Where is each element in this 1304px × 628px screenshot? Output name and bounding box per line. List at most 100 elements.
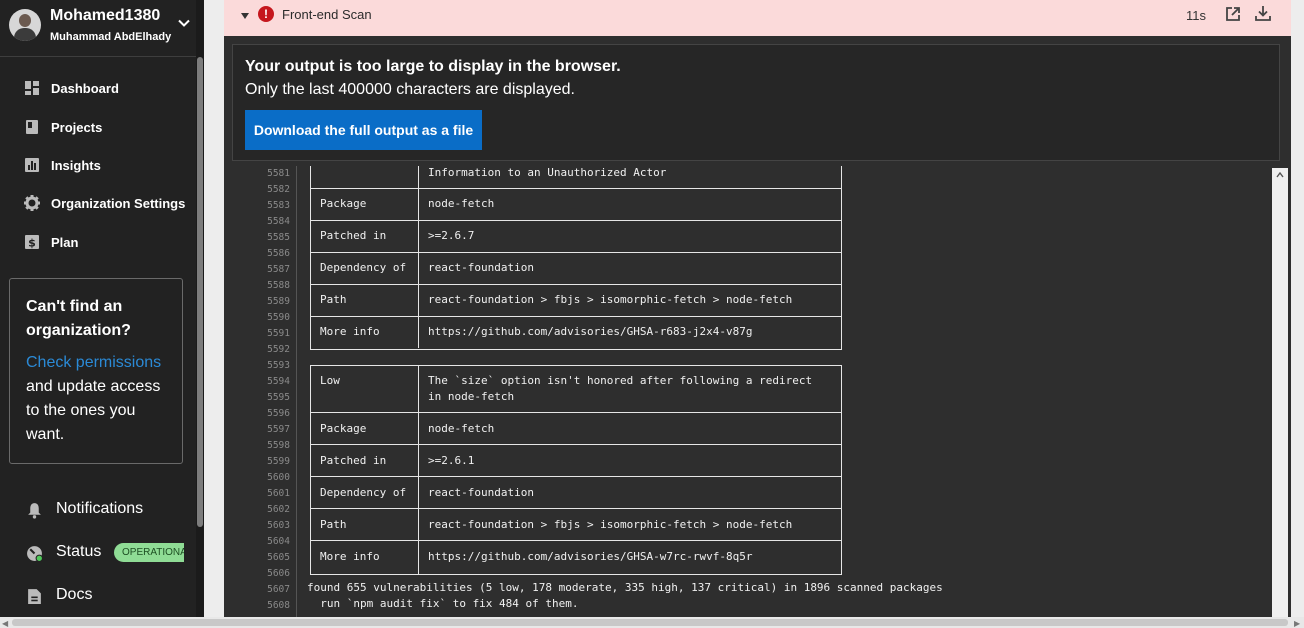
- line-number: 5589: [267, 296, 290, 307]
- avatar: [9, 9, 41, 41]
- cell-label: Patched in: [320, 229, 387, 242]
- cell-label: Path: [320, 518, 347, 531]
- dashboard-icon: [25, 81, 39, 95]
- horizontal-scrollbar[interactable]: ◀ ▶: [0, 617, 1304, 628]
- caret-down-icon[interactable]: [240, 12, 250, 20]
- output-too-large-notice: Your output is too large to display in t…: [232, 44, 1280, 161]
- org-card-body: and update access to the ones you want.: [26, 378, 161, 443]
- scroll-up-icon[interactable]: [1276, 172, 1284, 178]
- line-number: 5596: [267, 408, 290, 419]
- dollar-icon: $: [25, 235, 39, 250]
- sidebar-item-label: Insights: [51, 158, 101, 173]
- line-number: 5597: [267, 424, 290, 435]
- line-number: 5587: [267, 264, 290, 275]
- open-external-icon[interactable]: [1225, 6, 1241, 22]
- cell-value: >=2.6.7: [428, 229, 475, 242]
- user-menu[interactable]: Mohamed1380 Muhammad AbdElhady: [0, 0, 196, 57]
- line-number: 5598: [267, 440, 290, 451]
- org-card-text: Check permissions and update access to t…: [26, 351, 166, 447]
- status-badge: OPERATIONAL: [114, 543, 184, 562]
- scroll-right-icon[interactable]: ▶: [1294, 619, 1300, 628]
- cell-label: Dependency of: [320, 486, 407, 499]
- status-label: Status: [56, 543, 102, 560]
- cell-label: Package: [320, 197, 367, 210]
- horizontal-scrollbar-thumb[interactable]: [12, 619, 1288, 626]
- cell-value: https://github.com/advisories/GHSA-w7rc-…: [428, 550, 753, 563]
- sidebar-scrollbar[interactable]: [196, 0, 204, 628]
- advisory-title: The `size` option isn't honored after fo…: [428, 374, 813, 387]
- org-card-title: Can't find an organization?: [26, 298, 131, 339]
- sidebar-item-insights[interactable]: Insights: [0, 148, 196, 182]
- line-number: 5600: [267, 472, 290, 483]
- scan-duration: 11s: [1186, 8, 1206, 23]
- cell-value: react-foundation: [428, 261, 534, 274]
- line-number: 5592: [267, 344, 290, 355]
- line-number: 5591: [267, 328, 290, 339]
- sidebar-item-organization-settings[interactable]: Organization Settings: [0, 186, 196, 220]
- log-output: Your output is too large to display in t…: [224, 36, 1291, 628]
- line-number: 5604: [267, 536, 290, 547]
- notice-title: Your output is too large to display in t…: [245, 58, 621, 75]
- line-number: 5603: [267, 520, 290, 531]
- scroll-left-icon[interactable]: ◀: [2, 619, 8, 628]
- status-button[interactable]: Status OPERATIONAL: [0, 537, 196, 569]
- sidebar-item-projects[interactable]: Projects: [0, 110, 196, 144]
- sidebar-item-label: Plan: [51, 235, 79, 250]
- cell-label: More info: [320, 550, 380, 563]
- download-full-output-button[interactable]: Download the full output as a file: [245, 110, 482, 150]
- line-number: 5593: [267, 360, 290, 371]
- line-number: 5588: [267, 280, 290, 291]
- cell-label: Dependency of: [320, 261, 407, 274]
- advisory-box: Information to an Unauthorized Actor Pac…: [310, 166, 842, 350]
- line-number: 5595: [267, 392, 290, 403]
- line-number: 5602: [267, 504, 290, 515]
- sidebar-scrollbar-thumb[interactable]: [197, 57, 203, 527]
- sidebar-item-plan[interactable]: $ Plan: [0, 225, 196, 259]
- line-number: 5608: [267, 600, 290, 611]
- cell-label: Patched in: [320, 454, 387, 467]
- cell-value: >=2.6.1: [428, 454, 475, 467]
- line-number: 5585: [267, 232, 290, 243]
- cell-value: react-foundation > fbjs > isomorphic-fet…: [428, 293, 793, 306]
- scan-header[interactable]: ! Front-end Scan 11s: [224, 0, 1291, 36]
- sidebar-item-dashboard[interactable]: Dashboard: [0, 71, 196, 105]
- advisory-title-cont: Information to an Unauthorized Actor: [428, 166, 667, 179]
- projects-icon: [26, 120, 38, 134]
- app-root: Mohamed1380 Muhammad AbdElhady Dashboard…: [0, 0, 1304, 628]
- fullname: Muhammad AbdElhady: [50, 31, 172, 43]
- gutter-divider: [296, 166, 297, 628]
- line-number: 5584: [267, 216, 290, 227]
- document-icon: [28, 589, 41, 604]
- line-number: 5583: [267, 200, 290, 211]
- sidebar: Mohamed1380 Muhammad AbdElhady Dashboard…: [0, 0, 204, 628]
- gear-icon: [24, 195, 40, 211]
- notifications-label: Notifications: [56, 500, 144, 517]
- cell-label: Path: [320, 293, 347, 306]
- check-permissions-link[interactable]: Check permissions: [26, 354, 161, 371]
- download-icon[interactable]: [1254, 4, 1272, 22]
- insights-icon: [25, 158, 39, 172]
- main-content: ! Front-end Scan 11s Your output is too …: [204, 0, 1304, 628]
- notifications-button[interactable]: Notifications: [0, 494, 196, 526]
- line-number: 5594: [267, 376, 290, 387]
- notice-subtitle: Only the last 400000 characters are disp…: [245, 81, 575, 98]
- line-number: 5605: [267, 552, 290, 563]
- line-number: 5599: [267, 456, 290, 467]
- fix-hint-text: run `npm audit fix` to fix 484 of them.: [307, 597, 579, 610]
- username: Mohamed1380: [50, 7, 161, 24]
- line-number: 5601: [267, 488, 290, 499]
- log-scrollbar[interactable]: [1272, 168, 1288, 628]
- cell-value: node-fetch: [428, 422, 495, 435]
- docs-button[interactable]: Docs: [0, 580, 196, 612]
- line-number: 5590: [267, 312, 290, 323]
- summary-text: found 655 vulnerabilities (5 low, 178 mo…: [307, 581, 943, 594]
- line-number: 5581: [267, 168, 290, 179]
- severity-label: Low: [320, 374, 340, 387]
- line-number: 5582: [267, 184, 290, 195]
- line-number: 5607: [267, 584, 290, 595]
- chevron-down-icon[interactable]: [177, 16, 191, 30]
- cell-label: More info: [320, 325, 380, 338]
- cell-value: https://github.com/advisories/GHSA-r683-…: [428, 325, 753, 338]
- docs-label: Docs: [56, 586, 93, 603]
- line-number: 5606: [267, 568, 290, 579]
